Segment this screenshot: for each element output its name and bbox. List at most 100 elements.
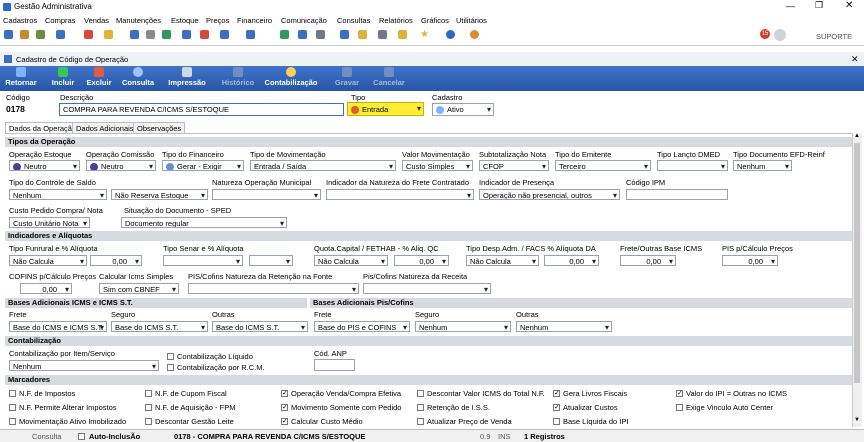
historico-button[interactable]: Histórico bbox=[220, 67, 256, 90]
marcador-checkbox[interactable]: ✓ bbox=[676, 390, 683, 397]
desp-adm-pct-input[interactable]: 0,00 bbox=[544, 255, 599, 266]
marcador-checkbox[interactable]: ✓ bbox=[281, 404, 288, 411]
stock-icon[interactable] bbox=[130, 30, 139, 39]
frete-outras-input[interactable]: 0,00 bbox=[620, 255, 676, 266]
close-icon[interactable]: ✕ bbox=[845, 0, 853, 11]
pis-seguro-select[interactable]: Nenhum bbox=[415, 321, 511, 332]
pis-frete-select[interactable]: Base do PIS e COFINS bbox=[314, 321, 410, 332]
vertical-scrollbar[interactable]: ▲ ▼ bbox=[852, 133, 862, 427]
marcador-checkbox[interactable] bbox=[676, 404, 683, 411]
senar-pct-input[interactable] bbox=[249, 255, 293, 266]
excluir-button[interactable]: Excluir bbox=[84, 67, 114, 90]
marcador-checkbox[interactable] bbox=[145, 390, 152, 397]
marcador-checkbox[interactable] bbox=[9, 418, 16, 425]
quota-pct-input[interactable]: 0,00 bbox=[394, 255, 449, 266]
consulta-button[interactable]: Consulta bbox=[120, 67, 156, 90]
cofins-input[interactable]: 0,00 bbox=[20, 283, 72, 294]
contabilizacao-button[interactable]: Contabilização bbox=[264, 67, 318, 90]
cod-anp-input[interactable] bbox=[314, 359, 355, 371]
star-icon[interactable]: ★ bbox=[420, 29, 429, 40]
retornar-button[interactable]: Retornar bbox=[4, 67, 38, 90]
operacao-estoque-select[interactable]: Neutro bbox=[9, 160, 80, 171]
marcador-checkbox[interactable] bbox=[145, 404, 152, 411]
desp-adm-select[interactable]: Não Calcula bbox=[466, 255, 539, 266]
pis-cofins-rec-select[interactable] bbox=[363, 283, 491, 294]
icms-frete-select[interactable]: Base do ICMS e ICMS S.T. bbox=[9, 321, 107, 332]
tipo-doc-efd-select[interactable]: Nenhum bbox=[733, 160, 792, 171]
products-icon[interactable] bbox=[36, 30, 45, 39]
folder-icon[interactable] bbox=[398, 30, 407, 39]
tipo-financeiro-select[interactable]: Gerar - Exigir bbox=[162, 160, 244, 171]
reserva-estoque-select[interactable]: Não Reserva Estoque bbox=[111, 189, 208, 200]
marcador-checkbox[interactable]: ✓ bbox=[281, 418, 288, 425]
pis-cofins-ret-select[interactable] bbox=[188, 283, 359, 294]
maximize-icon[interactable]: ❐ bbox=[815, 0, 823, 11]
calendar-icon[interactable] bbox=[246, 30, 255, 39]
marcador-checkbox[interactable] bbox=[9, 390, 16, 397]
indicador-presenca-select[interactable]: Operação não presencial, outros bbox=[479, 189, 620, 200]
icms-seguro-select[interactable]: Base do ICMS S.T. bbox=[111, 321, 208, 332]
marcador-checkbox[interactable]: ✓ bbox=[281, 390, 288, 397]
custo-pedido-select[interactable]: Custo Unitário Nota bbox=[9, 217, 90, 228]
menu-manutencoes[interactable]: Manutenções bbox=[116, 16, 161, 25]
calculator-icon[interactable] bbox=[316, 30, 325, 39]
suppliers-icon[interactable] bbox=[20, 30, 29, 39]
menu-graficos[interactable]: Gráficos bbox=[421, 16, 449, 25]
operacao-comissao-select[interactable]: Neutro bbox=[86, 160, 156, 171]
menu-comunicacao[interactable]: Comunicação bbox=[281, 16, 327, 25]
chart-icon[interactable] bbox=[280, 30, 289, 39]
money-icon[interactable] bbox=[200, 30, 209, 39]
form-close-icon[interactable]: ✕ bbox=[851, 54, 859, 65]
funrural-select[interactable]: Não Calcula bbox=[9, 255, 87, 266]
finance-icon[interactable] bbox=[182, 30, 191, 39]
contab-item-select[interactable]: Nenhum bbox=[9, 360, 159, 371]
scroll-thumb[interactable] bbox=[854, 143, 860, 383]
subtotalizacao-select[interactable]: CFOP bbox=[479, 160, 549, 171]
menu-precos[interactable]: Preços bbox=[206, 16, 229, 25]
marcador-checkbox[interactable] bbox=[145, 418, 152, 425]
cancelar-button[interactable]: Cancelar bbox=[370, 67, 408, 90]
valor-movimentacao-select[interactable]: Custo Simples bbox=[402, 160, 473, 171]
impressao-button[interactable]: Impressão bbox=[166, 67, 208, 90]
situacao-doc-select[interactable]: Documento regular bbox=[121, 217, 287, 228]
contab-liquido-checkbox[interactable] bbox=[167, 353, 174, 360]
controle-saldo-select[interactable]: Nenhum bbox=[9, 189, 107, 200]
cadastro-select[interactable]: Ativo bbox=[432, 103, 494, 116]
info-icon[interactable] bbox=[446, 30, 455, 39]
gravar-button[interactable]: Gravar bbox=[330, 67, 364, 90]
funrural-pct-input[interactable]: 0,00 bbox=[90, 255, 142, 266]
marcador-checkbox[interactable] bbox=[417, 418, 424, 425]
orders-icon[interactable] bbox=[56, 30, 65, 39]
cart-icon[interactable] bbox=[84, 30, 93, 39]
truck-icon[interactable] bbox=[162, 30, 171, 39]
senar-select[interactable] bbox=[163, 255, 243, 266]
quota-select[interactable]: Não Calcula bbox=[314, 255, 388, 266]
tag-icon[interactable] bbox=[146, 30, 155, 39]
pis-input[interactable]: 0,00 bbox=[722, 255, 778, 266]
support-link[interactable]: SUPORTE bbox=[816, 32, 852, 41]
auto-inclusao-checkbox[interactable] bbox=[78, 433, 85, 440]
indicador-natureza-select[interactable] bbox=[326, 189, 474, 200]
menu-vendas[interactable]: Vendas bbox=[84, 16, 109, 25]
contab-rcm-checkbox[interactable] bbox=[167, 364, 174, 371]
user-avatar-icon[interactable] bbox=[774, 29, 786, 41]
mail-icon[interactable] bbox=[340, 30, 349, 39]
scroll-up-icon[interactable]: ▲ bbox=[854, 133, 860, 139]
invoice-icon[interactable] bbox=[104, 30, 113, 39]
marcador-checkbox[interactable] bbox=[9, 404, 16, 411]
tipo-movimentacao-select[interactable]: Entrada / Saída bbox=[250, 160, 396, 171]
menu-cadastros[interactable]: Cadastros bbox=[3, 16, 37, 25]
marcador-checkbox[interactable] bbox=[553, 418, 560, 425]
incluir-button[interactable]: Incluir bbox=[48, 67, 78, 90]
scroll-down-icon[interactable]: ▼ bbox=[854, 417, 860, 423]
icms-outras-select[interactable]: Base do ICMS S.T. bbox=[212, 321, 308, 332]
pis-outras-select[interactable]: Nenhum bbox=[516, 321, 612, 332]
menu-compras[interactable]: Compras bbox=[45, 16, 75, 25]
menu-utilitarios[interactable]: Utilitários bbox=[456, 16, 487, 25]
settings-icon[interactable] bbox=[470, 30, 479, 39]
marcador-checkbox[interactable]: ✓ bbox=[553, 404, 560, 411]
menu-financeiro[interactable]: Financeiro bbox=[237, 16, 272, 25]
tipo-select[interactable]: Entrada bbox=[347, 102, 424, 116]
tipo-lancto-select[interactable] bbox=[657, 160, 728, 171]
menu-consultas[interactable]: Consultas bbox=[337, 16, 370, 25]
